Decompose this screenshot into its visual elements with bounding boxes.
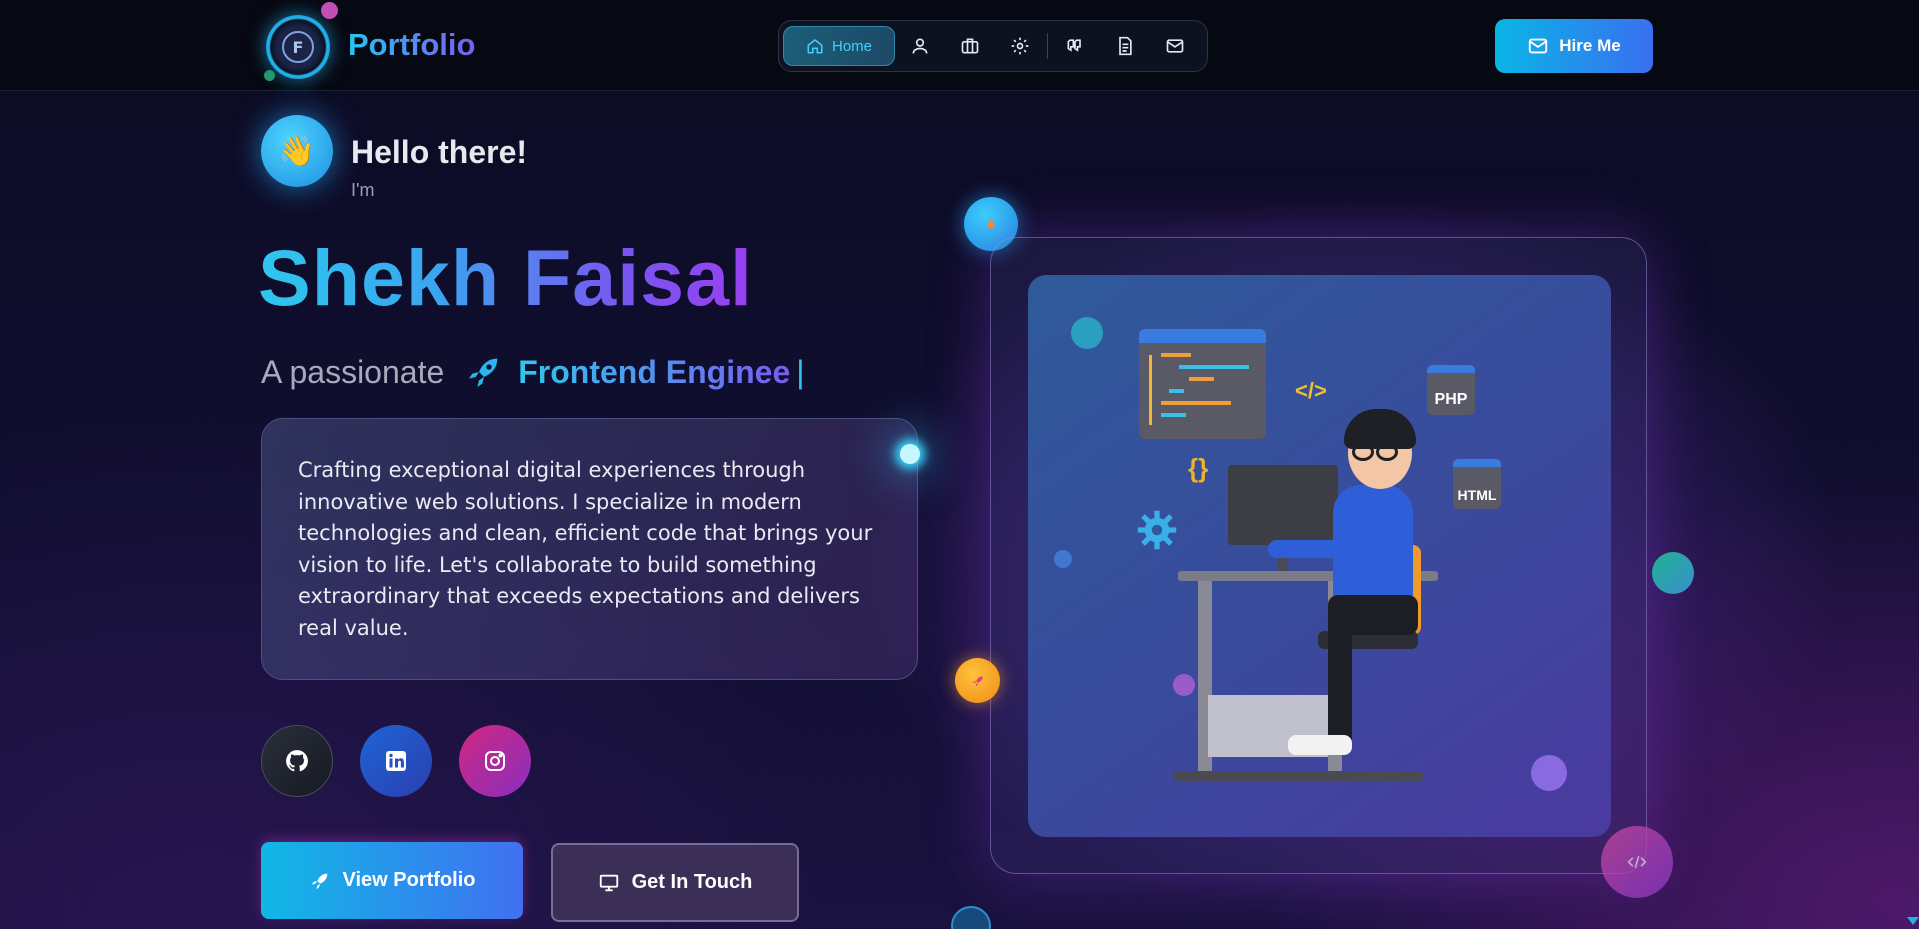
scroll-down-arrow-icon[interactable]	[1907, 917, 1919, 925]
view-portfolio-button[interactable]: View Portfolio	[261, 842, 523, 919]
logo-mark-icon: F	[282, 31, 314, 63]
nav-contact-button[interactable]	[1150, 26, 1200, 66]
nav-resume-button[interactable]	[1100, 26, 1150, 66]
github-icon	[286, 750, 308, 772]
home-icon	[807, 39, 823, 54]
typed-role: Frontend Enginee	[518, 353, 791, 390]
document-icon	[1119, 36, 1132, 56]
nav-portfolio-button[interactable]	[945, 26, 995, 66]
teal-bubble	[1652, 552, 1694, 594]
code-badge	[1601, 826, 1673, 898]
logo[interactable]: F	[266, 15, 330, 79]
rocket-icon	[311, 873, 327, 889]
flame-icon	[987, 218, 995, 229]
brand-name[interactable]: Portfolio	[348, 27, 475, 63]
nav-menu: Home	[778, 20, 1208, 72]
hire-me-button[interactable]: Hire Me	[1495, 19, 1653, 73]
rocket-icon	[469, 358, 498, 387]
hero-illustration-card: </> {} PHP HTML	[990, 237, 1647, 874]
nav-home-label: Home	[831, 37, 872, 55]
description-card: Crafting exceptional digital experiences…	[261, 418, 918, 680]
intro-text: I'm	[351, 180, 375, 200]
nav-testimonials-button[interactable]	[1050, 26, 1100, 66]
decor-dot	[1054, 550, 1072, 568]
get-in-touch-button[interactable]: Get In Touch	[551, 843, 799, 922]
illustration-panel: </> {} PHP HTML	[1028, 275, 1611, 837]
gear-icon	[1011, 37, 1029, 55]
briefcase-icon	[961, 38, 979, 54]
nav-divider	[1047, 33, 1048, 59]
code-tag-icon: </>	[1295, 378, 1327, 403]
nav-home-button[interactable]: Home	[783, 26, 895, 66]
mail-icon	[1529, 38, 1548, 54]
monitor-icon	[599, 874, 618, 891]
linkedin-link[interactable]	[360, 725, 432, 797]
navbar: F Portfolio Home Hire Me	[0, 0, 1919, 91]
glow-orb	[900, 444, 920, 464]
scroll-indicator[interactable]	[951, 906, 991, 929]
wave-hand-icon: 👋	[261, 115, 333, 187]
linkedin-icon	[386, 751, 406, 771]
instagram-link[interactable]	[459, 725, 531, 797]
rocket-icon	[972, 675, 983, 686]
get-in-touch-label: Get In Touch	[631, 871, 753, 893]
greeting: Hello there!	[351, 134, 528, 170]
github-link[interactable]	[261, 725, 333, 797]
tagline: A passionate Frontend Enginee |	[261, 350, 805, 394]
quote-icon	[1067, 39, 1081, 52]
description-text: Crafting exceptional digital experiences…	[298, 458, 873, 640]
decor-dot	[1531, 755, 1567, 791]
developer-illustration	[1168, 405, 1488, 825]
user-icon	[912, 38, 928, 54]
hire-me-label: Hire Me	[1559, 36, 1621, 55]
view-portfolio-label: View Portfolio	[342, 869, 476, 891]
rocket-badge	[955, 658, 1000, 703]
decor-dot	[321, 2, 338, 19]
tagline-prefix: A passionate	[261, 353, 445, 390]
decor-dot	[1071, 317, 1103, 349]
mail-icon	[1166, 39, 1184, 53]
hero-name: Shekh Faisal	[258, 233, 753, 322]
decor-dot	[264, 70, 275, 81]
instagram-icon	[485, 751, 505, 771]
code-icon	[1627, 855, 1647, 869]
typing-cursor: |	[796, 353, 805, 390]
nav-services-button[interactable]	[995, 26, 1045, 66]
nav-about-button[interactable]	[895, 26, 945, 66]
